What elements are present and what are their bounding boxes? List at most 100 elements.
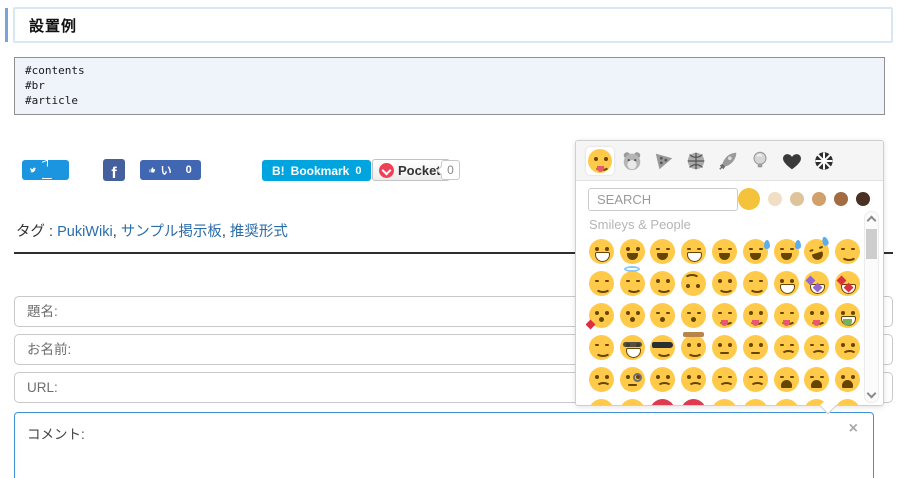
emoji-hugging[interactable]	[586, 331, 617, 363]
emoji-worried-face	[835, 334, 861, 360]
category-activity-icon[interactable]	[682, 147, 710, 175]
heading-accent-bar	[5, 8, 8, 42]
emoji-heart-eyes[interactable]	[832, 267, 863, 299]
emoji-neutral[interactable]	[771, 395, 802, 405]
emoji-pensive[interactable]	[802, 331, 833, 363]
shades-accent	[652, 341, 674, 348]
tag-link-推奨形式[interactable]: 推奨形式	[230, 224, 288, 240]
category-travel-places-icon[interactable]	[714, 147, 742, 175]
tag-link-PukiWiki[interactable]: PukiWiki	[57, 224, 113, 240]
emoji-flushed[interactable]	[740, 395, 771, 405]
emoji-wink[interactable]	[709, 267, 740, 299]
emoji-joy[interactable]	[771, 235, 802, 267]
emoji-cowboy[interactable]	[678, 331, 709, 363]
emoji-sleepy[interactable]	[617, 395, 648, 405]
emoji-kissing-smiling-eyes[interactable]	[648, 299, 679, 331]
tongue-accent	[721, 319, 729, 326]
tweet-button[interactable]: ツイート	[22, 138, 70, 203]
emoji-search-input[interactable]	[588, 187, 738, 211]
emoji-cursing[interactable]	[678, 395, 709, 405]
emoji-hushed[interactable]	[832, 395, 863, 405]
comment-textarea[interactable]	[14, 412, 874, 478]
emoji-monocle[interactable]	[617, 363, 648, 395]
emoji-upside-down[interactable]	[678, 267, 709, 299]
emoji-kissing-heart[interactable]	[586, 299, 617, 331]
emoji-rage[interactable]	[648, 395, 679, 405]
emoji-confounded[interactable]	[740, 363, 771, 395]
emoji-zany[interactable]	[771, 267, 802, 299]
emoji-relieved[interactable]	[740, 267, 771, 299]
emoji-laughing[interactable]	[709, 235, 740, 267]
emoji-kissing-face	[619, 302, 645, 328]
scroll-up-icon[interactable]	[866, 215, 877, 226]
emoji-star-struck[interactable]	[802, 267, 833, 299]
hatena-bookmark-button[interactable]: B! Bookmark 0	[262, 160, 372, 181]
tag-link-サンプル掲示板[interactable]: サンプル掲示板	[121, 224, 222, 240]
heart1-accent	[586, 319, 596, 329]
emoji-blush-face	[835, 238, 861, 264]
emoji-relaxed[interactable]	[586, 267, 617, 299]
emoji-smile[interactable]	[648, 235, 679, 267]
skin-tone-3[interactable]	[790, 192, 804, 206]
emoji-kissing-closed-eyes[interactable]	[678, 299, 709, 331]
scrollbar-thumb[interactable]	[866, 229, 877, 259]
emoji-zany-face	[773, 270, 799, 296]
emoji-laughing-face	[712, 238, 738, 264]
emoji-frowning[interactable]	[678, 363, 709, 395]
category-food-drink-icon[interactable]	[650, 147, 678, 175]
emoji-rolling-eyes[interactable]	[586, 395, 617, 405]
skin-tone-1[interactable]	[738, 188, 760, 210]
pocket-count-bubble: 0	[441, 160, 460, 180]
emoji-stuck-out-tongue[interactable]	[802, 299, 833, 331]
category-smileys-people-icon[interactable]	[586, 146, 614, 175]
emoji-innocent-face	[619, 265, 645, 296]
emoji-triumph[interactable]	[709, 395, 740, 405]
category-flags-icon[interactable]	[810, 147, 838, 175]
emoji-frowning-open[interactable]	[832, 363, 863, 395]
emoji-tongue-closed-eyes[interactable]	[771, 299, 802, 331]
emoji-persevere[interactable]	[709, 363, 740, 395]
emoji-slightly-smiling[interactable]	[648, 267, 679, 299]
emoji-smiley[interactable]	[617, 235, 648, 267]
category-symbols-icon[interactable]	[778, 147, 806, 175]
emoji-nerd[interactable]	[617, 331, 648, 363]
facebook-like-button[interactable]: いいね! 0	[140, 149, 201, 193]
emoji-grinning[interactable]	[586, 235, 617, 267]
skin-tone-5[interactable]	[834, 192, 848, 206]
emoji-confounded-face	[742, 366, 768, 392]
skin-tone-2[interactable]	[768, 192, 782, 206]
category-objects-icon[interactable]	[746, 147, 774, 175]
emoji-disappointed[interactable]	[771, 331, 802, 363]
emoji-money-mouth[interactable]	[832, 299, 863, 331]
emoji-blush[interactable]	[832, 235, 863, 267]
emoji-sleepy-face	[619, 398, 645, 405]
emoji-sunglasses[interactable]	[648, 331, 679, 363]
emoji-kissing[interactable]	[617, 299, 648, 331]
emoji-weary[interactable]	[802, 363, 833, 395]
emoji-yum[interactable]	[709, 299, 740, 331]
category-animals-nature-icon[interactable]	[618, 147, 646, 175]
emoji-sweat-smile[interactable]	[740, 235, 771, 267]
emoji-tongue-wink[interactable]	[740, 299, 771, 331]
emoji-slightly-frowning[interactable]	[648, 363, 679, 395]
skin-tone-6[interactable]	[856, 192, 870, 206]
tag-row: タグ : PukiWiki, サンプル掲示板, 推奨形式	[16, 220, 288, 241]
emoji-weary-face	[804, 366, 830, 392]
emoji-grinning-face	[588, 238, 614, 264]
scroll-down-icon[interactable]	[866, 388, 877, 399]
close-icon[interactable]: ×	[849, 421, 858, 437]
emoji-confused[interactable]	[586, 363, 617, 395]
skin-tone-4[interactable]	[812, 192, 826, 206]
tag-links: PukiWiki, サンプル掲示板, 推奨形式	[57, 224, 288, 240]
emoji-smirk[interactable]	[709, 331, 740, 363]
facebook-share-button[interactable]: f	[103, 159, 125, 182]
emoji-grin[interactable]	[678, 235, 709, 267]
emoji-innocent[interactable]	[617, 265, 648, 299]
page-heading: 設置例	[13, 7, 893, 43]
scrollbar[interactable]	[864, 211, 879, 403]
emoji-monocle-face	[619, 366, 645, 392]
emoji-tired[interactable]	[771, 363, 802, 395]
emoji-unamused[interactable]	[740, 331, 771, 363]
emoji-worried[interactable]	[832, 331, 863, 363]
emoji-rofl[interactable]	[801, 235, 833, 267]
